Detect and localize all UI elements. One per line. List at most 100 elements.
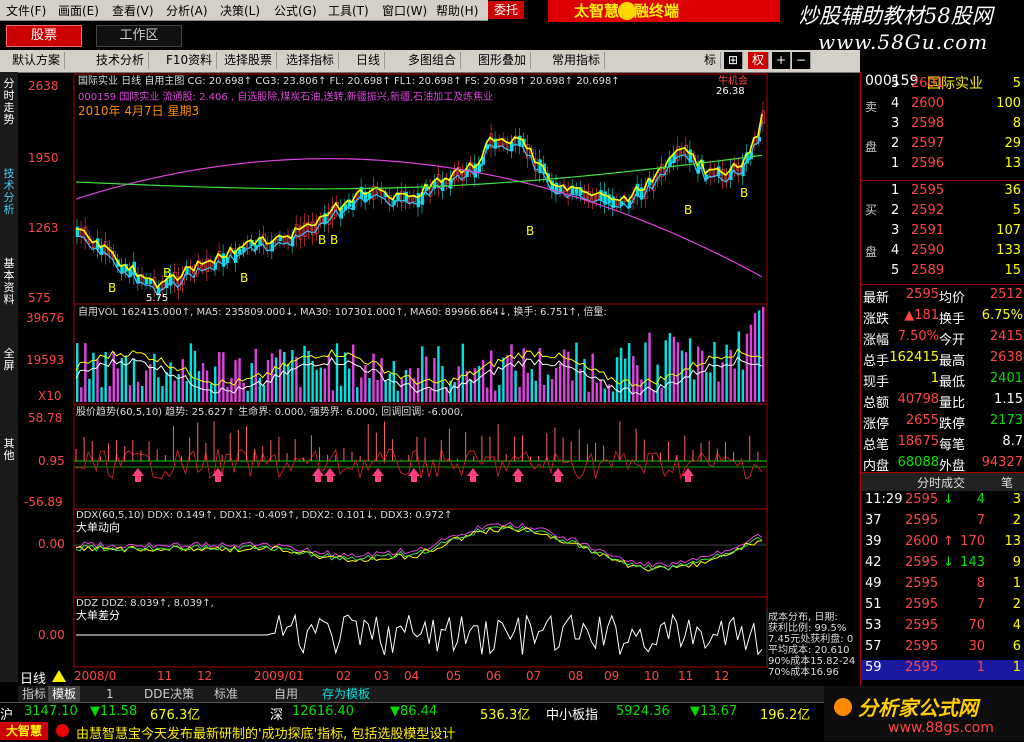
- toolbar-daily[interactable]: 日线: [352, 52, 386, 69]
- volume-bar: [615, 357, 619, 402]
- tick-count: 2: [1012, 597, 1021, 612]
- vtab-timeshare[interactable]: 分时走势: [0, 78, 18, 126]
- toolbar-right[interactable]: 权: [748, 52, 770, 69]
- menu-window[interactable]: 窗口(W): [382, 2, 427, 19]
- volume-bar: [193, 350, 197, 402]
- toolbar-overlay[interactable]: 图形叠加: [474, 52, 532, 69]
- menu-tools[interactable]: 工具(T): [328, 2, 369, 19]
- vtab-tech[interactable]: 技术分析: [0, 168, 18, 216]
- tick-row[interactable]: 39 2600 ↑ 170 13: [861, 534, 1024, 554]
- tick-row[interactable]: 51 2595 7 2: [861, 597, 1024, 617]
- news-ticker[interactable]: 由慧智慧宝今天发布最新研制的'成功探底'指标, 包括选股模型设计: [76, 723, 455, 742]
- tick-volume: 7: [976, 513, 985, 528]
- sell-order-row[interactable]: 5 2601 5: [861, 76, 1024, 96]
- toolbar-select-indicator[interactable]: 选择指标: [282, 52, 340, 69]
- toolbar-select-stock[interactable]: 选择股票: [220, 52, 278, 69]
- volume-bar: [140, 386, 144, 402]
- buy-order-row[interactable]: 4 2590 133: [861, 243, 1024, 263]
- volume-bar: [368, 378, 371, 402]
- volume-series: [75, 306, 765, 402]
- chart-svg[interactable]: BB BB BBBB 2638 1950 1263 575 39676 19593 …: [18, 72, 861, 669]
- toolbar-multi-chart[interactable]: 多图组合: [404, 52, 462, 69]
- ticks-unit-button[interactable]: 笔: [1001, 474, 1013, 491]
- tick-row[interactable]: 59 2595 1 1: [861, 660, 1024, 680]
- vol-y-label: 19593: [26, 353, 64, 367]
- sell-level: 2: [891, 136, 900, 151]
- tick-time: 57: [865, 639, 882, 654]
- buy-order-row[interactable]: 5 2589 15: [861, 263, 1024, 283]
- main-y-label: 2638: [28, 79, 59, 93]
- tab-save-template[interactable]: 存为模板: [318, 686, 374, 702]
- stat-value: 2638: [989, 350, 1023, 365]
- volume-bar: [331, 390, 335, 402]
- menu-file[interactable]: 文件(F): [6, 2, 46, 19]
- trend-up-arrow-icon: [132, 468, 144, 482]
- tick-time: 53: [865, 618, 882, 633]
- brand-title: 太智慧金融终端: [548, 0, 780, 22]
- stat-row: 总笔 18675 每笔 8.7: [861, 434, 1024, 454]
- volume-bar: [242, 382, 245, 402]
- toolbar-f10[interactable]: F10资料: [162, 52, 218, 69]
- grid-icon[interactable]: ⊞: [724, 52, 744, 69]
- stat-label: 总额: [863, 396, 890, 411]
- sell-order-row[interactable]: 2 2597 29: [861, 136, 1024, 156]
- tab-template[interactable]: 模板: [48, 686, 81, 702]
- stat-value: 1: [930, 371, 939, 386]
- menu-view[interactable]: 查看(V): [112, 2, 154, 19]
- stat-value: 94327: [981, 455, 1023, 470]
- stat-row: 涨跌 ▲181 换手 6.75%: [861, 308, 1024, 328]
- tab-one[interactable]: 1: [102, 686, 118, 702]
- volume-bar: [189, 343, 193, 402]
- tick-row[interactable]: 57 2595 30 6: [861, 639, 1024, 659]
- volume-bar: [181, 359, 184, 402]
- toolbar-common-indicators[interactable]: 常用指标: [548, 52, 606, 69]
- volume-bar: [498, 385, 501, 402]
- tab-indicator[interactable]: 指标: [18, 686, 50, 702]
- buy-order-row[interactable]: 1 2595 36: [861, 183, 1024, 203]
- sell-order-row[interactable]: 3 2598 8: [861, 116, 1024, 136]
- menu-decision[interactable]: 决策(L): [220, 2, 260, 19]
- volume-bar: [701, 350, 704, 402]
- vtab-other[interactable]: 其他: [0, 438, 18, 462]
- sell-order-row[interactable]: 4 2600 100: [861, 96, 1024, 116]
- menu-analysis[interactable]: 分析(A): [166, 2, 208, 19]
- news-dot-icon: [56, 724, 69, 737]
- date-tick: 07: [526, 669, 542, 683]
- vtab-fullscreen[interactable]: 全屏: [0, 348, 18, 372]
- zoom-in-icon[interactable]: +: [772, 52, 792, 69]
- period-label[interactable]: 日线: [20, 668, 46, 687]
- tick-row[interactable]: 11:29 2595 ↓ 4 3: [861, 492, 1024, 512]
- menu-help[interactable]: 帮助(H): [436, 2, 478, 19]
- stat-label: 今开: [939, 333, 966, 348]
- sell-order-row[interactable]: 1 2596 13: [861, 156, 1024, 176]
- tick-row[interactable]: 42 2595 ↓ 143 9: [861, 555, 1024, 575]
- tab-standard[interactable]: 标准: [210, 686, 242, 702]
- date-tick: 08: [568, 669, 584, 683]
- tab-custom[interactable]: 自用: [270, 686, 302, 702]
- tab-dde[interactable]: DDE决策: [140, 686, 198, 702]
- ticks-title[interactable]: 分时成交: [917, 474, 965, 491]
- menu-screen[interactable]: 画面(E): [58, 2, 99, 19]
- volume-bar: [745, 333, 749, 402]
- tick-time: 11:29: [865, 492, 903, 507]
- menu-formula[interactable]: 公式(G): [274, 2, 317, 19]
- buy-order-row[interactable]: 3 2591 107: [861, 223, 1024, 243]
- trade-button[interactable]: 委托: [488, 1, 524, 19]
- warning-icon: [52, 670, 66, 682]
- tick-row[interactable]: 53 2595 70 4: [861, 618, 1024, 638]
- tick-row[interactable]: 49 2595 8 1: [861, 576, 1024, 596]
- trend-line: [75, 448, 763, 481]
- volume-bar: [546, 374, 550, 402]
- buy-order-row[interactable]: 2 2592 5: [861, 203, 1024, 223]
- tick-price: 2595: [905, 492, 939, 507]
- toolbar-mark[interactable]: 标: [700, 52, 722, 69]
- toolbar-default-scheme[interactable]: 默认方案: [8, 52, 66, 69]
- tick-row[interactable]: 37 2595 7 2: [861, 513, 1024, 533]
- vtab-basic[interactable]: 基本资料: [0, 258, 18, 306]
- trend-up-arrow-icon: [512, 468, 524, 482]
- tab-workspace[interactable]: 工作区: [96, 25, 182, 47]
- tab-stock[interactable]: 股票: [6, 25, 82, 47]
- chart-area[interactable]: BBBBBBBB 2638 1950 1263 575 39676 19593 …: [18, 72, 861, 678]
- zoom-out-icon[interactable]: −: [792, 52, 812, 69]
- toolbar-tech-analysis[interactable]: 技术分析: [92, 52, 150, 69]
